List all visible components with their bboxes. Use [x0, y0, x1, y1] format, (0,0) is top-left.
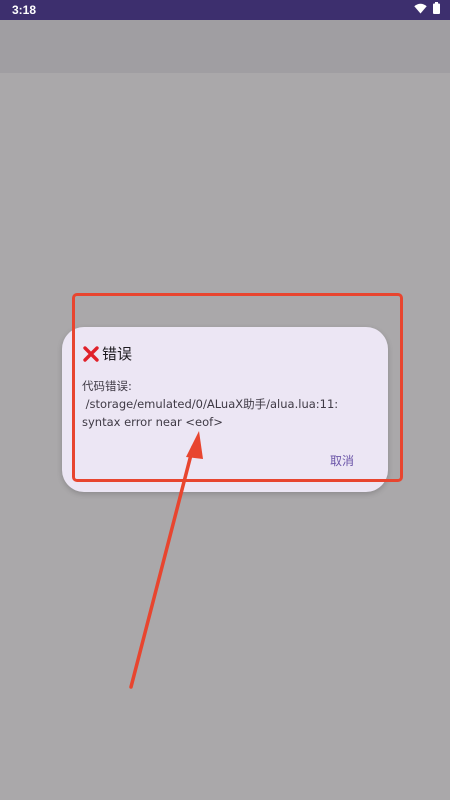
app-bar — [0, 20, 450, 73]
status-bar: 3:18 — [0, 0, 450, 20]
battery-icon — [433, 0, 440, 20]
status-time: 3:18 — [12, 3, 37, 17]
annotation-rectangle — [72, 293, 403, 482]
wifi-icon — [414, 0, 427, 20]
status-icons — [414, 0, 440, 20]
